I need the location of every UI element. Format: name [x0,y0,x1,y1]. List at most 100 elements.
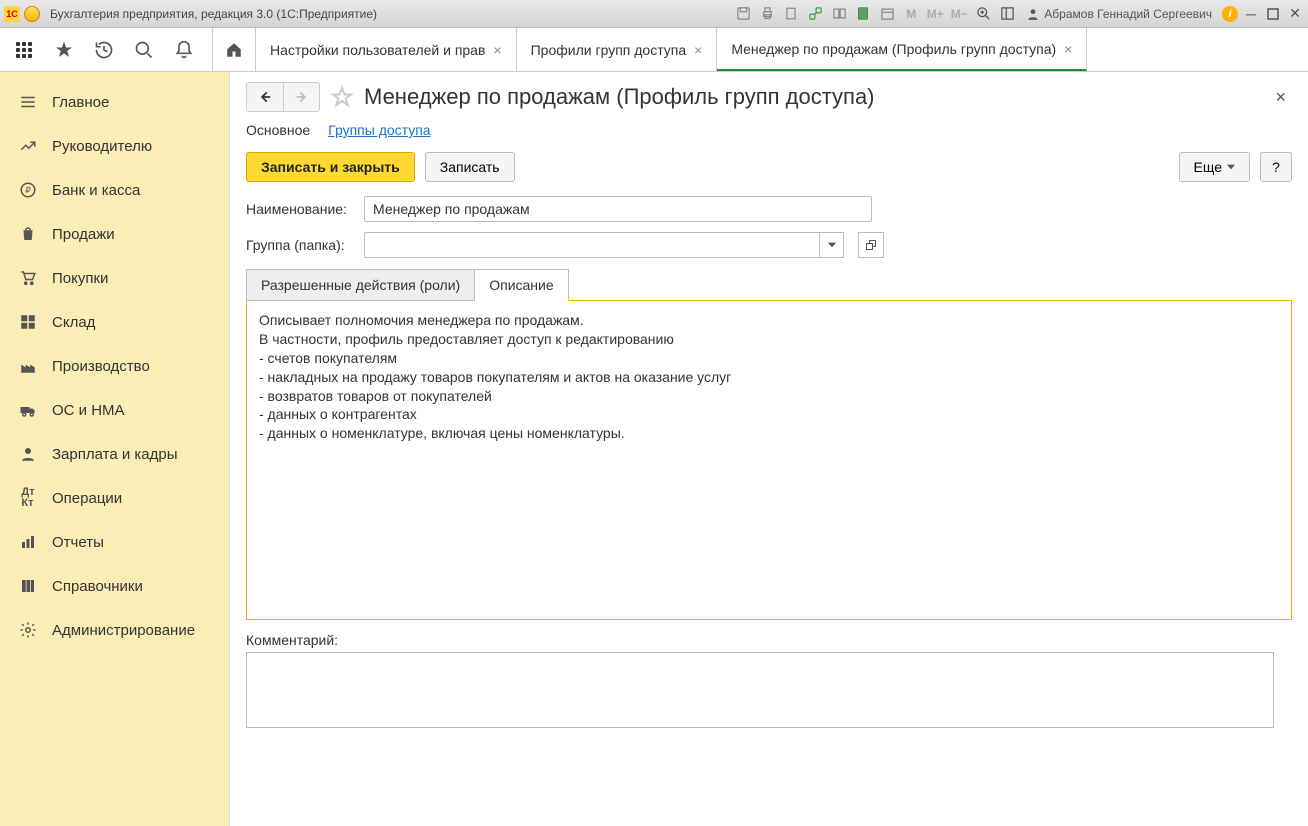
m-icon[interactable]: M [902,5,920,23]
close-window-button[interactable]: ✕ [1286,5,1304,23]
inner-tab-description[interactable]: Описание [475,269,568,301]
sidebar-item-admin[interactable]: Администрирование [0,608,229,652]
save-icon[interactable] [734,5,752,23]
group-dropdown-button[interactable] [820,232,844,258]
minimize-button[interactable]: ─ [1242,5,1260,23]
trend-icon [18,136,38,156]
tab-close-icon[interactable]: × [694,42,702,58]
description-line: - возвратов товаров от покупателей [259,387,1279,406]
sidebar-item-main[interactable]: Главное [0,80,229,124]
sidebar-item-hr[interactable]: Зарплата и кадры [0,432,229,476]
compare-icon[interactable] [830,5,848,23]
calculator-icon[interactable] [854,5,872,23]
sidebar-item-directories[interactable]: Справочники [0,564,229,608]
dropdown-indicator-icon[interactable] [24,6,40,22]
sidebar-item-label: Производство [52,358,150,375]
cart-icon [18,268,38,288]
tab-label: Менеджер по продажам (Профиль групп дост… [731,41,1056,57]
truck-icon [18,400,38,420]
info-icon[interactable]: i [1222,6,1238,22]
group-open-button[interactable] [858,232,884,258]
comment-label: Комментарий: [246,632,1292,648]
sidebar-item-label: Руководителю [52,138,152,155]
boxes-icon [18,312,38,332]
notifications-icon[interactable] [164,28,204,72]
zoom-icon[interactable] [974,5,992,23]
menu-icon [18,92,38,112]
toolbar: Настройки пользователей и прав × Профили… [0,28,1308,72]
sidebar-item-manager[interactable]: Руководителю [0,124,229,168]
history-icon[interactable] [84,28,124,72]
person-icon [18,444,38,464]
print-icon[interactable] [758,5,776,23]
more-label: Еще [1194,159,1223,175]
sidebar-item-label: ОС и НМА [52,402,125,419]
tab-user-settings[interactable]: Настройки пользователей и прав × [256,28,517,71]
sidebar-item-assets[interactable]: ОС и НМА [0,388,229,432]
factory-icon [18,356,38,376]
group-label: Группа (папка): [246,237,356,253]
main-content: Менеджер по продажам (Профиль групп дост… [230,72,1308,826]
m-minus-icon[interactable]: M− [950,5,968,23]
save-and-close-button[interactable]: Записать и закрыть [246,152,415,182]
forward-button[interactable] [283,83,319,111]
document-icon[interactable] [782,5,800,23]
home-tab[interactable] [212,28,256,71]
sidebar-item-reports[interactable]: Отчеты [0,520,229,564]
chevron-down-icon [1227,164,1235,170]
sidebar-item-label: Справочники [52,578,143,595]
sidebar-item-warehouse[interactable]: Склад [0,300,229,344]
comment-textarea[interactable] [246,652,1274,728]
ruble-icon: ₽ [18,180,38,200]
m-plus-icon[interactable]: M+ [926,5,944,23]
description-line: Описывает полномочия менеджера по продаж… [259,311,1279,330]
inner-tab-roles[interactable]: Разрешенные действия (роли) [246,269,475,301]
search-icon[interactable] [124,28,164,72]
apps-menu-icon[interactable] [4,28,44,72]
subtab-access-groups[interactable]: Группы доступа [328,122,430,138]
sidebar-item-label: Склад [52,314,95,331]
subtab-main[interactable]: Основное [246,122,310,138]
tab-sales-manager-profile[interactable]: Менеджер по продажам (Профиль групп дост… [717,28,1087,71]
page-title: Менеджер по продажам (Профиль групп дост… [364,84,875,110]
tab-label: Настройки пользователей и прав [270,42,485,58]
help-button[interactable]: ? [1260,152,1292,182]
panels-icon[interactable] [998,5,1016,23]
user-name: Абрамов Геннадий Сергеевич [1044,7,1212,21]
description-line: - данных о номенклатуре, включая цены но… [259,424,1279,443]
tab-close-icon[interactable]: × [493,42,501,58]
back-button[interactable] [247,83,283,111]
link-icon[interactable] [806,5,824,23]
sidebar-item-label: Продажи [52,226,115,243]
sidebar-item-sales[interactable]: Продажи [0,212,229,256]
name-label: Наименование: [246,201,356,217]
svg-text:₽: ₽ [25,186,30,195]
sidebar-item-operations[interactable]: ДтКт Операции [0,476,229,520]
gear-icon [18,620,38,640]
save-button[interactable]: Записать [425,152,515,182]
sidebar-item-label: Зарплата и кадры [52,446,178,463]
favorites-icon[interactable] [44,28,84,72]
tab-close-icon[interactable]: × [1064,41,1072,57]
chart-icon [18,532,38,552]
window-title: Бухгалтерия предприятия, редакция 3.0 (1… [50,7,377,21]
tab-access-profiles[interactable]: Профили групп доступа × [517,28,718,71]
ledger-icon: ДтКт [18,488,38,508]
more-button[interactable]: Еще [1179,152,1251,182]
maximize-button[interactable] [1264,5,1282,23]
sidebar-item-label: Банк и касса [52,182,140,199]
favorite-star-icon[interactable] [328,85,356,109]
user-info[interactable]: Абрамов Геннадий Сергеевич [1026,7,1212,21]
description-textarea[interactable]: Описывает полномочия менеджера по продаж… [246,300,1292,620]
app-logo: 1C [4,6,20,22]
sidebar-item-production[interactable]: Производство [0,344,229,388]
sidebar-item-purchases[interactable]: Покупки [0,256,229,300]
calendar-icon[interactable] [878,5,896,23]
group-input[interactable] [364,232,820,258]
name-input[interactable] [364,196,872,222]
sidebar-item-bank[interactable]: ₽ Банк и касса [0,168,229,212]
titlebar: 1C Бухгалтерия предприятия, редакция 3.0… [0,0,1308,28]
close-page-button[interactable]: × [1269,87,1292,108]
sidebar: Главное Руководителю ₽ Банк и касса Прод… [0,72,230,826]
nav-arrows [246,82,320,112]
